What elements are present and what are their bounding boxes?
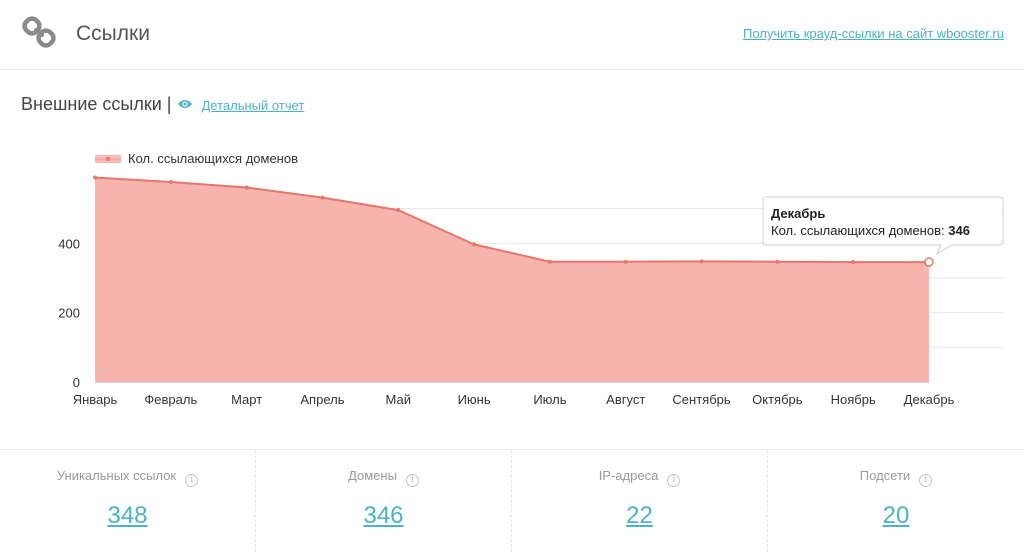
tooltip-label: Кол. ссылающихся доменов:: [771, 223, 948, 238]
tooltip-body: Кол. ссылающихся доменов: 346: [771, 223, 970, 238]
data-point[interactable]: [851, 260, 856, 265]
legend-label: Кол. ссылающихся доменов: [128, 151, 298, 166]
data-point[interactable]: [547, 259, 552, 264]
x-tick-label: Июль: [533, 392, 566, 407]
domains-area-chart: 0 200 400 Январь Февраль Март Апрель Май Июнь Ию…: [58, 151, 1004, 407]
stat-label: Подсети: [859, 468, 911, 483]
chain-link-icon: [22, 16, 56, 48]
x-tick-label: Октябрь: [752, 392, 803, 407]
y-axis-ticks: 0 200 400: [58, 236, 80, 390]
stat-label-row: IP-адреса i: [512, 468, 767, 487]
stat-label-row: Домены i: [256, 468, 511, 487]
chart-tooltip: Декабрь Кол. ссылающихся доменов: 346: [762, 196, 1004, 256]
page-title: Ссылки: [76, 22, 150, 45]
x-tick-label: Июнь: [458, 392, 491, 407]
stat-label-row: Подсети i: [768, 468, 1024, 487]
page-header: Ссылки Получить крауд-ссылки на сайт wbo…: [0, 0, 1024, 70]
data-point[interactable]: [320, 195, 325, 200]
stat-subnets: Подсети i 20: [768, 450, 1024, 552]
info-icon[interactable]: i: [185, 474, 199, 487]
crowd-links-link[interactable]: Получить крауд-ссылки на сайт wbooster.r…: [743, 26, 1004, 41]
data-point[interactable]: [168, 179, 173, 184]
stats-row: Уникальных ссылок i 348 Домены i 346 IP-ад…: [0, 449, 1024, 552]
stat-label: Домены: [348, 468, 397, 483]
x-tick-label: Декабрь: [904, 392, 955, 407]
x-tick-label: Апрель: [300, 392, 344, 407]
stat-value-link[interactable]: 22: [512, 502, 767, 530]
section-title: Внешние ссылки: [21, 93, 162, 114]
data-point[interactable]: [623, 259, 628, 264]
x-tick-label: Ноябрь: [831, 392, 876, 407]
x-tick-label: Май: [386, 392, 411, 407]
stat-label: IP-адреса: [598, 468, 659, 483]
chart-legend[interactable]: Кол. ссылающихся доменов: [95, 151, 298, 166]
eye-icon: [178, 100, 193, 108]
tooltip-title: Декабрь: [771, 206, 825, 221]
y-tick-label: 400: [58, 236, 80, 251]
x-tick-label: Август: [606, 392, 645, 407]
x-tick-label: Сентябрь: [672, 392, 730, 407]
data-point[interactable]: [472, 242, 477, 247]
data-point[interactable]: [775, 259, 780, 264]
x-tick-label: Январь: [73, 392, 118, 407]
title-separator: |: [166, 93, 172, 114]
y-tick-label: 0: [73, 375, 80, 390]
x-tick-label: Февраль: [144, 392, 197, 407]
stat-unique-links: Уникальных ссылок i 348: [0, 450, 256, 552]
y-tick-label: 200: [58, 306, 80, 321]
data-point[interactable]: [699, 259, 704, 264]
info-icon[interactable]: i: [667, 474, 681, 487]
stat-ip-addresses: IP-адреса i 22: [512, 450, 768, 552]
stat-label-row: Уникальных ссылок i: [0, 468, 255, 487]
data-point[interactable]: [244, 185, 249, 190]
stat-label: Уникальных ссылок: [56, 468, 177, 483]
detailed-report-link[interactable]: Детальный отчет: [201, 98, 304, 113]
info-icon[interactable]: i: [919, 474, 933, 487]
x-tick-label: Март: [231, 392, 262, 407]
section-heading: Внешние ссылки | Детальный отчет: [21, 92, 304, 116]
tooltip-value: 346: [948, 223, 970, 238]
data-point[interactable]: [396, 208, 401, 213]
data-point[interactable]: [924, 257, 934, 267]
stat-value-link[interactable]: 20: [768, 502, 1024, 530]
info-icon[interactable]: i: [405, 474, 419, 487]
data-point[interactable]: [93, 175, 97, 180]
stat-domains: Домены i 346: [256, 450, 512, 552]
x-axis-ticks: Январь Февраль Март Апрель Май Июнь Июль Август…: [73, 392, 955, 407]
legend-swatch-marker: [106, 157, 110, 161]
stat-value-link[interactable]: 346: [256, 502, 511, 530]
stat-value-link[interactable]: 348: [0, 502, 255, 530]
